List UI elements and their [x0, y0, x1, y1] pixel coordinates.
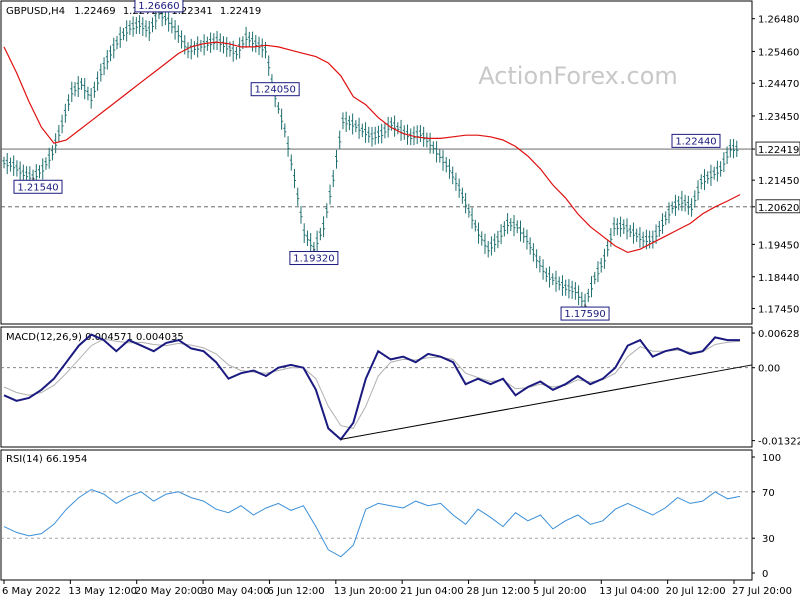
price-bars — [2, 5, 739, 315]
price-header: GBPUSD,H4 1.22469 1.22721 1.22341 1.2241… — [6, 6, 261, 17]
annotation-label: 1.19320 — [293, 254, 334, 265]
macd-y-label: -0.013223 — [758, 437, 800, 448]
rsi-panel: 100 70 30 0 — [1, 453, 781, 580]
price-y-label: 1.23450 — [758, 112, 799, 123]
rsi-y-label: 0 — [762, 569, 768, 580]
annotation-label: 1.26660 — [138, 1, 179, 12]
x-axis-label: 21 Jun 04:00 — [400, 586, 464, 597]
close-value: 1.22419 — [220, 6, 261, 17]
x-axis-label: 5 Jul 20:00 — [533, 586, 587, 597]
macd-panel: 0.006285 0.00 -0.013223 — [1, 329, 800, 448]
price-y-label: 1.20620 — [758, 203, 799, 214]
x-axis-label: 13 Jul 04:00 — [599, 586, 659, 597]
price-y-label: 1.25460 — [758, 47, 799, 58]
price-levels — [1, 148, 752, 208]
price-y-label: 1.22419 — [758, 145, 799, 156]
chart-svg: ActionForex.com GBPUSD,H4 1.22469 1.2272… — [0, 0, 800, 597]
macd-panel-frame — [0, 326, 753, 448]
x-axis-label: 6 May 2022 — [2, 586, 61, 597]
price-y-label: 1.18440 — [758, 273, 799, 284]
price-y-label: 1.19450 — [758, 240, 799, 251]
watermark: ActionForex.com — [478, 62, 678, 90]
x-axis: 6 May 2022 13 May 12:0020 May 20:0030 May… — [2, 580, 792, 597]
macd-signal-line — [3, 338, 741, 429]
chart-window: ActionForex.com GBPUSD,H4 1.22469 1.2272… — [0, 0, 800, 600]
rsi-y-label: 30 — [762, 534, 775, 545]
macd-trendline — [340, 364, 753, 440]
annotation-label: 1.21540 — [17, 182, 58, 193]
x-axis-label: 20 May 20:00 — [135, 586, 204, 597]
open-value: 1.22469 — [74, 6, 115, 17]
rsi-panel-frame — [0, 449, 753, 581]
x-axis-label: 27 Jul 20:00 — [732, 586, 792, 597]
macd-y-label: 0.00 — [758, 364, 780, 375]
annotation-label: 1.22440 — [675, 136, 716, 147]
x-axis-label: 28 Jun 12:00 — [467, 586, 531, 597]
price-y-label: 1.21450 — [758, 176, 799, 187]
rsi-line — [3, 488, 741, 558]
rsi-y-label: 100 — [762, 453, 781, 464]
x-axis-label: 20 Jul 12:00 — [666, 586, 726, 597]
x-axis-label: 30 May 04:00 — [201, 586, 270, 597]
macd-title: MACD(12,26,9) 0.004571 0.004035 — [6, 332, 184, 343]
price-annotations: 1.26660 1.21540 1.24050 1.19320 1.17590 1.224… — [13, 0, 731, 321]
x-axis-label: 13 May 12:00 — [68, 586, 137, 597]
x-axis-label: 13 Jun 20:00 — [334, 586, 398, 597]
price-y-label: 1.24470 — [758, 79, 799, 90]
rsi-title: RSI(14) 66.1954 — [6, 454, 87, 465]
price-y-label: 1.26480 — [758, 15, 799, 26]
price-y-axis: 1.26480 1.25460 1.24470 1.23450 1.22419 1.214… — [752, 15, 800, 316]
x-axis-label: 6 Jun 12:00 — [267, 586, 324, 597]
symbol-label: GBPUSD,H4 — [6, 6, 65, 17]
annotation-label: 1.24050 — [254, 85, 295, 96]
annotation-label: 1.17590 — [564, 309, 605, 320]
macd-y-label: 0.006285 — [758, 329, 800, 340]
price-y-label: 1.17450 — [758, 305, 799, 316]
rsi-y-label: 70 — [762, 488, 775, 499]
